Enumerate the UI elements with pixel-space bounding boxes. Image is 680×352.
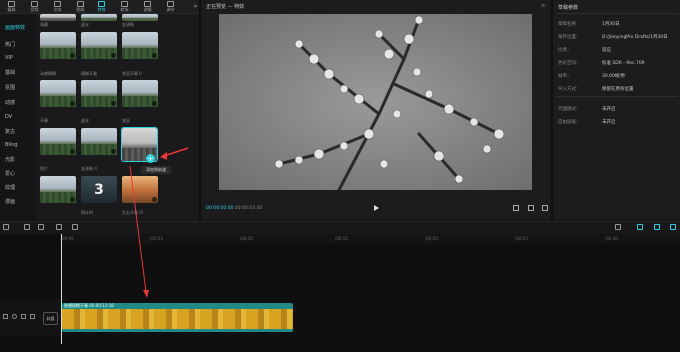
arrow-to-timeline [129,165,147,293]
annotation-arrows [129,147,189,298]
arrowhead-icon [143,290,149,298]
arrow-to-add-button [163,147,189,157]
arrowhead-icon [160,152,167,160]
